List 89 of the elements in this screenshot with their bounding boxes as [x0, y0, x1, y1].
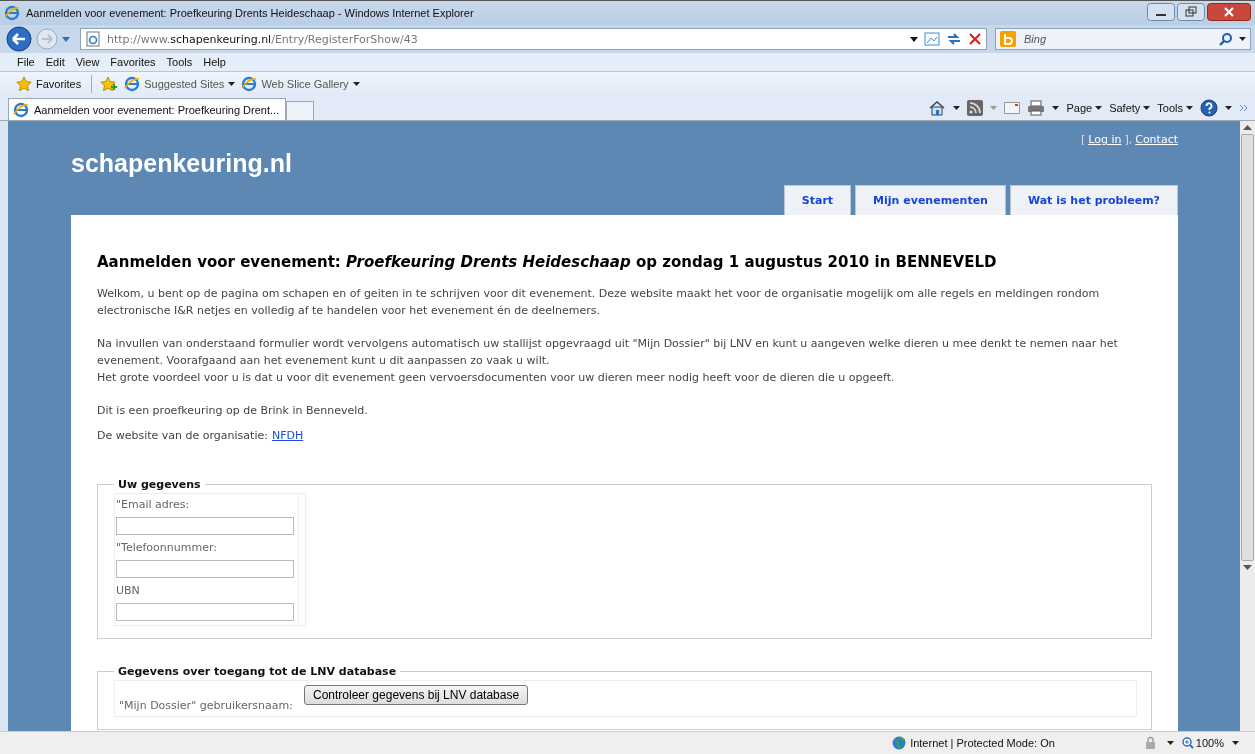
menu-item[interactable]: View	[75, 56, 100, 68]
add-favorite-icon[interactable]	[100, 76, 119, 92]
search-input[interactable]: Bing	[1022, 32, 1213, 46]
printer-icon[interactable]	[1027, 100, 1046, 116]
star-icon	[16, 76, 32, 92]
close-icon[interactable]	[1207, 3, 1251, 21]
command-menu[interactable]: Page	[1066, 102, 1103, 114]
menu-item[interactable]: Favorites	[110, 56, 156, 68]
favorites-link-label: Web Slice Gallery	[261, 78, 349, 90]
nav-tab[interactable]: Mijn evenementen	[855, 185, 1006, 215]
menu-item[interactable]: File	[17, 56, 35, 68]
bracket-text: ],	[1124, 133, 1133, 146]
scroll-down-icon	[1243, 565, 1252, 570]
dropdown-caret-icon[interactable]	[1166, 741, 1174, 745]
command-menu[interactable]: Tools	[1157, 102, 1193, 114]
paragraph: Na invullen van onderstaand formulier wordt vervolgens automatisch uw stallijst opgevraagd uit "Mijn Dossier" bij LNV en kunt u aangeven welke dieren u mee denkt te nemen naar het evenement. Voorafgaand aan het evenement kunt u dit aanpassen zo vaak u wilt.	[97, 336, 1119, 369]
stop-icon[interactable]	[968, 32, 982, 46]
dropdown-caret-icon	[228, 82, 236, 86]
input-field[interactable]	[116, 517, 294, 535]
paragraph: Welkom, u bent op de pagina om schapen en of geiten in te schrijven voor dit evenement. Deze website maakt het voor de organisatie mogelijk om alle regels en meldingen rondom electronische I&R netjes en volledig af te handelen voor het evenement én de deelnemers.	[97, 286, 1101, 319]
feed-icon[interactable]	[967, 100, 984, 116]
paragraph: Dit is een proefkeuring op de Brink in Benneveld.	[97, 403, 369, 419]
address-field[interactable]: http://www.schapenkeuring.nl/Entry/RegisterForShow/43	[80, 28, 987, 50]
chevron-icon[interactable]	[1239, 104, 1249, 112]
help-icon[interactable]	[1200, 99, 1218, 117]
zone-text: Internet | Protected Mode: On	[910, 737, 1055, 749]
field-label: "Telefoonnummer:	[116, 541, 218, 554]
command-menu[interactable]: Safety	[1109, 102, 1151, 114]
paragraph: Het grote voordeel voor u is dat u voor dit evenement geen vervoersdocumenten voor uw dieren meer nodig heeft voor de dieren die u opgeeft.	[97, 370, 896, 386]
organisation-text: De website van de organisatie:	[97, 429, 268, 442]
url-text: http://www.schapenkeuring.nl/Entry/RegisterForShow/43	[107, 32, 418, 46]
mail-icon[interactable]	[1004, 102, 1021, 114]
browser-logo-icon	[241, 76, 258, 92]
dropdown-caret-icon[interactable]	[1052, 106, 1060, 110]
search-field[interactable]: Bing	[995, 28, 1251, 50]
minimize-icon[interactable]	[1147, 3, 1175, 21]
dropdown-caret-icon	[1095, 106, 1103, 110]
section-legend: Gegevens over toegang tot de LNV database	[114, 665, 401, 678]
input-field[interactable]	[116, 603, 294, 621]
restore-icon[interactable]	[1177, 3, 1205, 21]
favorites-link[interactable]: Web Slice Gallery	[241, 76, 360, 92]
globe-icon	[892, 736, 907, 750]
page-icon	[85, 31, 101, 47]
back-icon[interactable]	[6, 26, 32, 52]
security-zone[interactable]: Internet | Protected Mode: On	[892, 736, 1135, 750]
search-provider-logo-icon	[1000, 31, 1016, 47]
scrollbar[interactable]	[1240, 121, 1255, 731]
field-label: UBN	[116, 584, 141, 597]
site-title: schapenkeuring.nl	[71, 148, 292, 179]
bracket-text: [	[1080, 133, 1086, 146]
zoom-control[interactable]: 100%	[1181, 737, 1224, 749]
page-heading: Aanmelden voor evenement: Proefkeuring Drents Heideschaap op zondag 1 augustus 2010 in BENNEVELD	[97, 253, 998, 271]
dropdown-caret-icon[interactable]	[1225, 106, 1232, 110]
login-link[interactable]: Log in	[1088, 133, 1122, 146]
browser-tab[interactable]: Aanmelden voor evenement: Proefkeuring Drent...	[8, 98, 287, 120]
compatibility-view-icon[interactable]	[924, 31, 940, 47]
dropdown-caret-icon[interactable]	[1232, 741, 1239, 745]
scroll-up-icon	[1243, 125, 1252, 130]
nav-tab[interactable]: Wat is het probleem?	[1009, 185, 1178, 215]
menu-item[interactable]: Help	[203, 56, 226, 68]
field-label: "Email adres:	[116, 498, 191, 511]
window-title: Aanmelden voor evenement: Proefkeuring Drents Heideschaap - Windows Internet Explorer	[26, 7, 475, 19]
favorites-link[interactable]: Suggested Sites	[124, 76, 236, 92]
favorites-link-label: Suggested Sites	[144, 78, 225, 90]
scroll-thumb[interactable]	[1241, 134, 1254, 561]
browser-logo-icon	[13, 101, 29, 118]
browser-logo-icon	[4, 5, 20, 21]
zoom-icon	[1181, 737, 1194, 749]
contact-link[interactable]: Contact	[1135, 133, 1178, 146]
dropdown-caret-icon	[1186, 106, 1193, 110]
check-database-button[interactable]: Controleer gegevens bij LNV database	[304, 685, 529, 705]
favorites-label: Favorites	[36, 78, 82, 90]
organisation-link[interactable]: NFDH	[271, 429, 304, 442]
favorites-button[interactable]: Favorites	[14, 74, 84, 94]
dropdown-caret-icon[interactable]	[910, 36, 918, 42]
section-legend: Uw gegevens	[114, 478, 205, 491]
dropdown-caret-icon[interactable]	[1239, 37, 1246, 41]
search-icon[interactable]	[1219, 32, 1233, 46]
dropdown-caret-icon[interactable]	[953, 106, 961, 110]
nav-tab[interactable]: Start	[783, 185, 852, 215]
browser-logo-icon	[124, 76, 141, 92]
menu-item[interactable]: Edit	[45, 56, 65, 68]
field-label: "Mijn Dossier" gebruikersnaam:	[119, 698, 294, 712]
menu-item[interactable]: Tools	[166, 56, 193, 68]
dropdown-caret-icon	[352, 82, 360, 86]
input-field[interactable]	[116, 560, 294, 578]
dropdown-caret-icon	[1143, 106, 1151, 110]
refresh-icon[interactable]	[946, 31, 962, 47]
home-icon[interactable]	[928, 100, 947, 116]
